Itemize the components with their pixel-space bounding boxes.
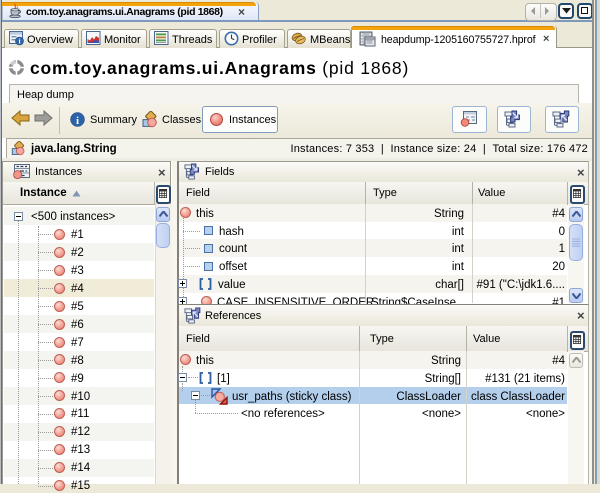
svg-text:i: i — [76, 115, 79, 127]
svg-text:i: i — [18, 37, 20, 46]
